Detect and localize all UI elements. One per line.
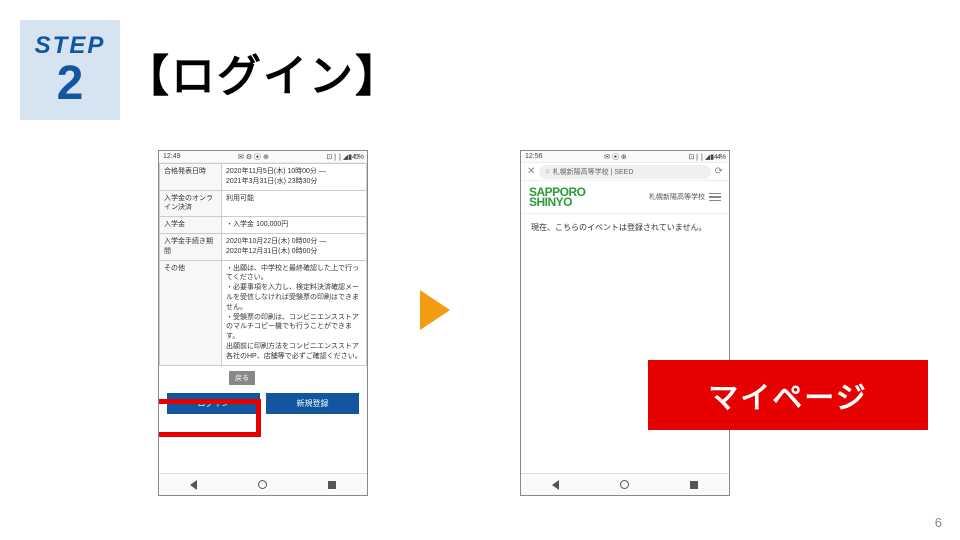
nav-back-icon[interactable] (190, 480, 197, 490)
status-icons-r: ⊡ ❘❘ ◢ ▮ 44% (688, 153, 725, 161)
row-value: 2020年10月22日(木) 0時00分 — 2020年12月31日(木) 0時… (222, 233, 367, 260)
statusbar-right: 12:56 ✉ ⦿ ⊕ ⊡ ❘❘ ◢ ▮ 44% (521, 151, 729, 163)
android-navbar (159, 473, 367, 495)
table-row: 入学金のオンライン決済利用可能 (160, 190, 367, 217)
statusbar-left: 12:49 ✉ ⚙ ⦿ ⊕ ⊡ ❘❘ ◢ ▮ 45% (159, 151, 367, 163)
row-label: その他 (160, 260, 222, 365)
highlight-frame (159, 399, 261, 437)
row-value: ・入学金 100,000円 (222, 217, 367, 234)
table-row: その他・出願は、中学校と最終確認した上で行ってください。 ・必要事項を入力し、検… (160, 260, 367, 365)
mypage-callout: マイページ (648, 360, 928, 430)
info-table: 合格発表日時2020年11月5日(木) 10時00分 — 2021年3月31日(… (159, 163, 367, 366)
phone-right: 12:56 ✉ ⦿ ⊕ ⊡ ❘❘ ◢ ▮ 44% ✕ 札幌新陽高等学校 | SE… (520, 150, 730, 496)
step-badge: STEP 2 (20, 20, 120, 120)
row-value: 2020年11月5日(木) 10時00分 — 2021年3月31日(水) 23時… (222, 164, 367, 191)
site-header: SAPPORO SHINYO 札幌新陽高等学校 (521, 181, 729, 214)
status-time: 12:56 (525, 153, 543, 160)
register-button[interactable]: 新規登録 (266, 393, 359, 414)
school-name-small: 札幌新陽高等学校 (649, 192, 705, 202)
reload-icon[interactable]: ⟳ (715, 166, 723, 177)
nav-home-icon[interactable] (620, 480, 629, 489)
status-time: 12:49 (163, 153, 181, 160)
phone-body-left: 合格発表日時2020年11月5日(木) 10時00分 — 2021年3月31日(… (159, 163, 367, 473)
row-label: 入学金手続き期間 (160, 233, 222, 260)
nav-home-icon[interactable] (258, 480, 267, 489)
table-row: 合格発表日時2020年11月5日(木) 10時00分 — 2021年3月31日(… (160, 164, 367, 191)
browser-bar: ✕ 札幌新陽高等学校 | SEED ⟳ (521, 163, 729, 181)
row-value: 利用可能 (222, 190, 367, 217)
status-icons-l: ✉ ⚙ ⦿ ⊕ (238, 152, 269, 162)
url-bar[interactable]: 札幌新陽高等学校 | SEED (539, 165, 710, 179)
empty-message: 現在、こちらのイベントは登録されていません。 (521, 214, 729, 242)
logo-line2: SHINYO (529, 197, 586, 207)
step-label: STEP (35, 32, 106, 60)
android-navbar (521, 473, 729, 495)
nav-recent-icon[interactable] (328, 481, 336, 489)
nav-back-icon[interactable] (552, 480, 559, 490)
row-value: ・出願は、中学校と最終確認した上で行ってください。 ・必要事項を入力し、検定料決… (222, 260, 367, 365)
page-number: 6 (935, 515, 942, 530)
table-row: 入学金手続き期間2020年10月22日(木) 0時00分 — 2020年12月3… (160, 233, 367, 260)
school-logo: SAPPORO SHINYO (529, 187, 586, 207)
url-text: 札幌新陽高等学校 | SEED (553, 167, 634, 177)
close-icon[interactable]: ✕ (527, 166, 535, 177)
table-row: 入学金・入学金 100,000円 (160, 217, 367, 234)
arrow-right-icon (420, 290, 450, 330)
step-number: 2 (57, 60, 84, 108)
status-icons-r: ⊡ ❘❘ ◢ ▮ 45% (326, 153, 363, 161)
back-button[interactable]: 戻る (229, 371, 255, 385)
hamburger-icon[interactable] (709, 193, 721, 202)
nav-recent-icon[interactable] (690, 481, 698, 489)
phone-left: 12:49 ✉ ⚙ ⦿ ⊕ ⊡ ❘❘ ◢ ▮ 45% 合格発表日時2020年11… (158, 150, 368, 496)
row-label: 入学金のオンライン決済 (160, 190, 222, 217)
status-icons-l: ✉ ⦿ ⊕ (604, 152, 627, 162)
row-label: 合格発表日時 (160, 164, 222, 191)
page-title: 【ログイン】 (125, 40, 401, 104)
row-label: 入学金 (160, 217, 222, 234)
